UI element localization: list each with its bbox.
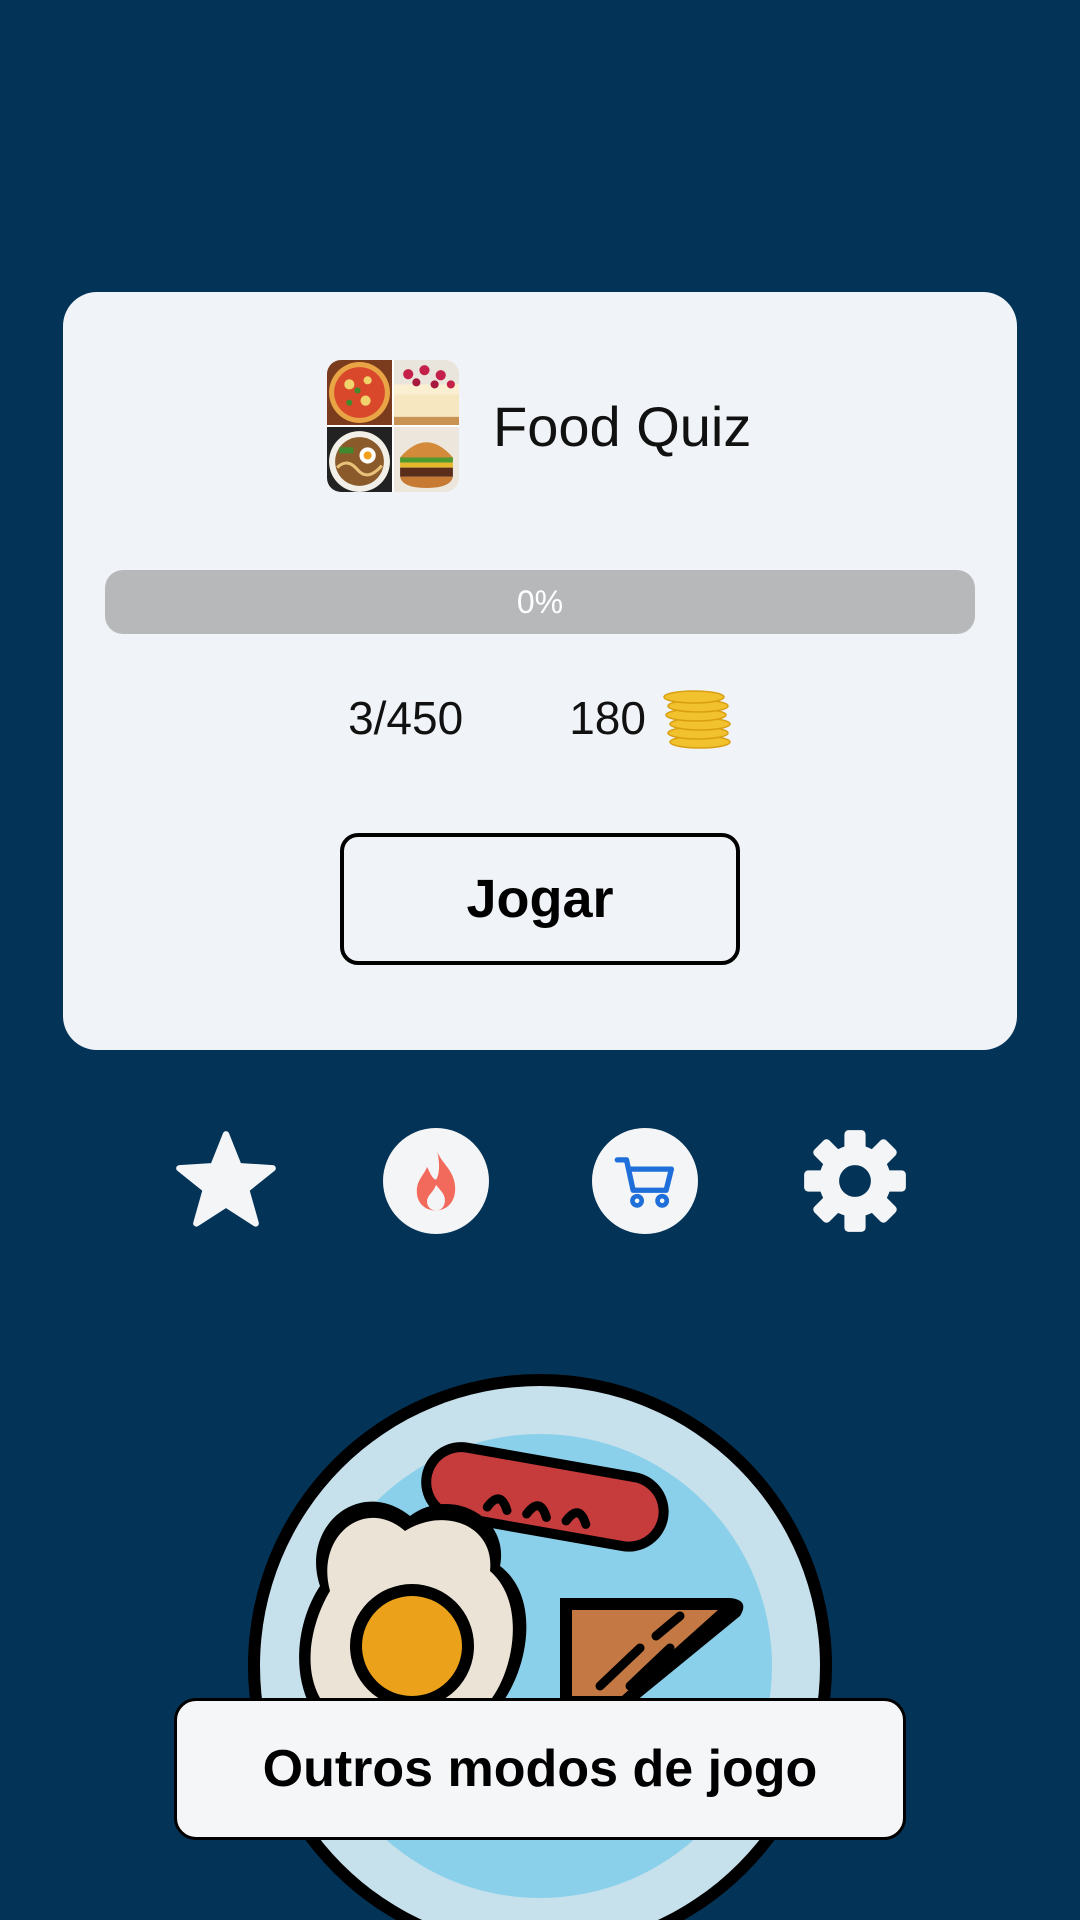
other-modes-button[interactable]: Outros modos de jogo	[174, 1698, 906, 1840]
cart-icon	[614, 1157, 675, 1208]
gear-icon	[804, 1130, 906, 1232]
play-button[interactable]: Jogar	[340, 833, 740, 965]
cheesecake-image	[394, 360, 459, 425]
quiz-title: Food Quiz	[493, 394, 752, 458]
pizza-image	[327, 360, 392, 425]
quiz-header: Food Quiz	[327, 360, 751, 492]
stats-row: 3/450 180	[63, 686, 1017, 750]
quiz-thumbnail	[327, 360, 459, 492]
favorites-button[interactable]	[173, 1128, 279, 1234]
progress-label: 0%	[516, 583, 564, 620]
burger-image	[394, 427, 459, 492]
level-count: 3/450	[348, 692, 464, 744]
toolbar	[0, 1128, 1080, 1234]
coin-count: 180	[569, 692, 646, 744]
coin-balance: 180	[569, 686, 732, 750]
shop-button[interactable]	[592, 1128, 698, 1234]
settings-button[interactable]	[802, 1128, 908, 1234]
hot-button[interactable]	[383, 1128, 489, 1234]
coins-icon	[663, 690, 731, 749]
ramen-image	[327, 427, 392, 492]
progress-bar: 0%	[105, 570, 975, 634]
quiz-card: Food Quiz 0% 3/450 180 Jogar	[63, 292, 1017, 1050]
star-icon	[176, 1131, 276, 1227]
fire-icon	[416, 1151, 456, 1211]
